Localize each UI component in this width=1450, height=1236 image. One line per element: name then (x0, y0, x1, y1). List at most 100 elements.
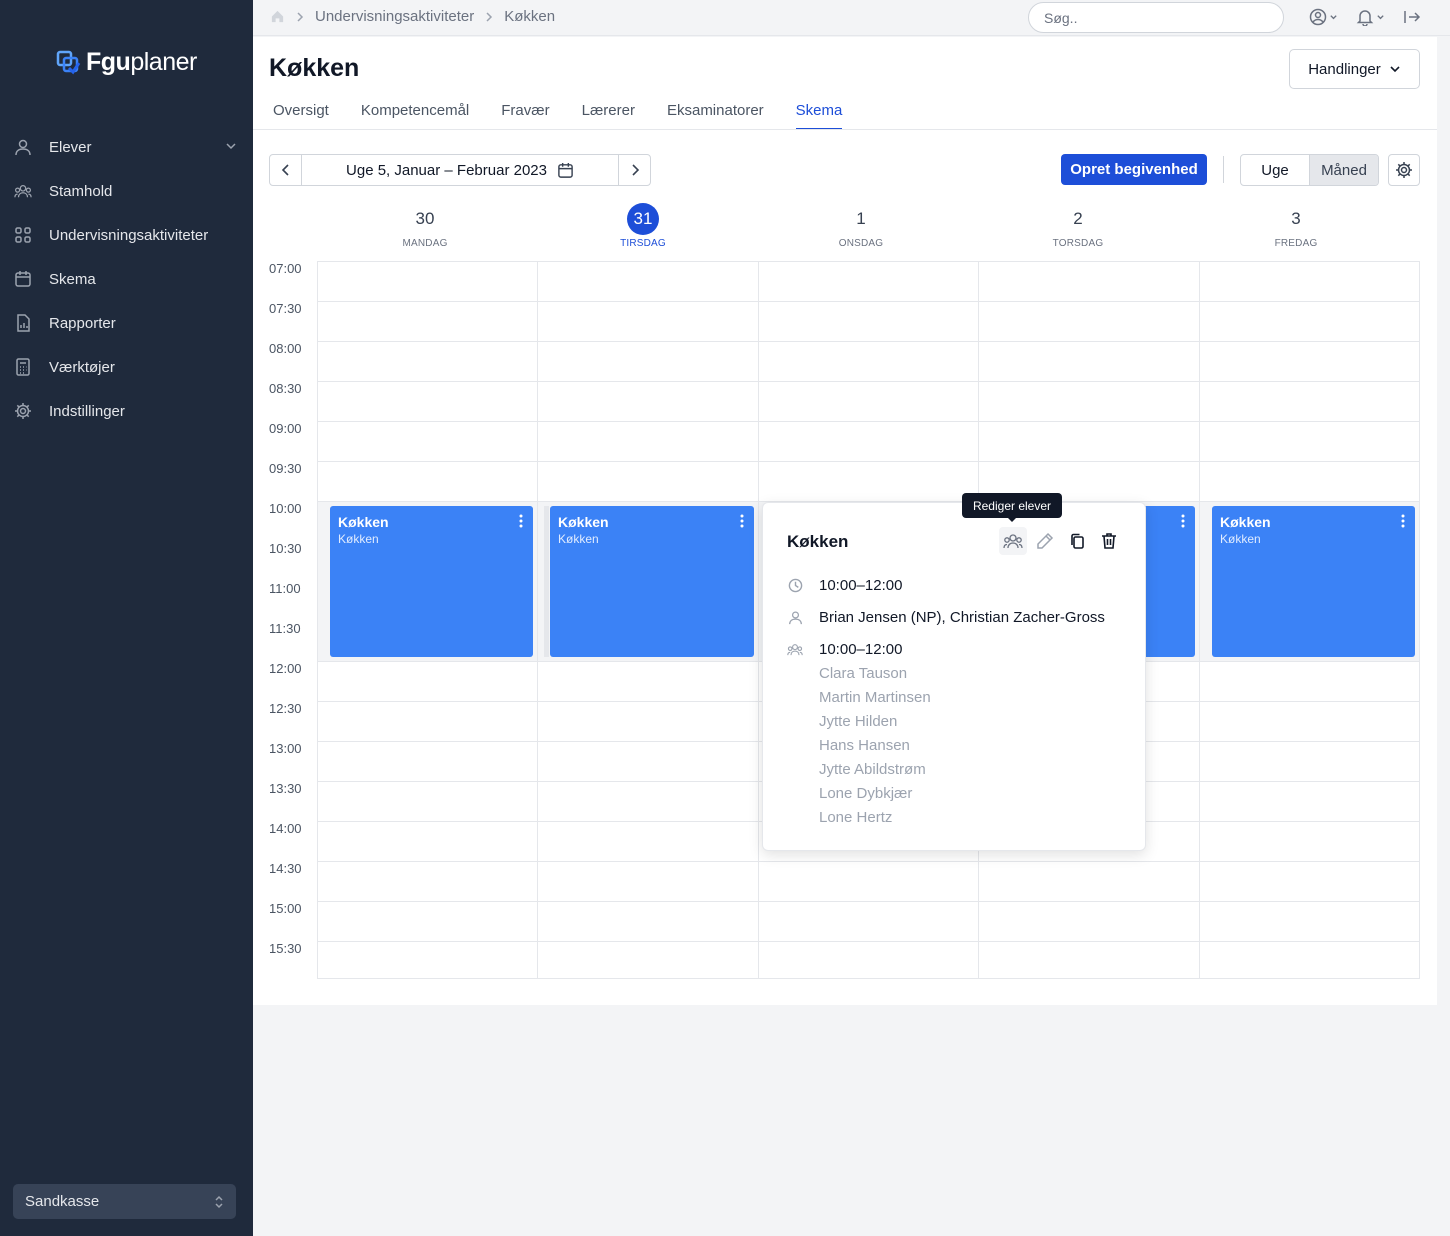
student-name: Lone Dybkjær (819, 785, 913, 802)
time-label: 09:00 (269, 421, 302, 436)
sidebar-item-elever[interactable]: Elever (0, 125, 253, 169)
sidebar-item-label: Rapporter (49, 314, 116, 332)
event-card[interactable]: Køkken Køkken (550, 506, 754, 657)
more-vertical-icon[interactable] (1401, 514, 1405, 528)
day-number: 3 (1291, 209, 1301, 228)
sidebar-item-undervisningsaktiviteter[interactable]: Undervisningsaktiviteter (0, 213, 253, 257)
student-name: Hans Hansen (819, 737, 910, 754)
workspace-select[interactable]: Sandkasse (13, 1184, 236, 1219)
users-icon (1003, 534, 1023, 549)
user-circle-icon (1309, 8, 1327, 26)
sidebar-item-label: Undervisningsaktiviteter (49, 226, 209, 244)
user-icon (787, 609, 803, 625)
event-card[interactable]: Køkken Køkken (1212, 506, 1415, 657)
student-list: Clara Tauson Martin Martinsen Jytte Hild… (819, 665, 931, 833)
home-icon[interactable] (270, 9, 285, 24)
time-label: 11:30 (269, 621, 301, 636)
more-vertical-icon[interactable] (740, 514, 744, 528)
more-vertical-icon[interactable] (1181, 514, 1185, 528)
sidebar-item-skema[interactable]: Skema (0, 257, 253, 301)
popover-time: 10:00–12:00 (819, 577, 903, 594)
time-label: 12:00 (269, 661, 302, 676)
time-label: 07:30 (269, 301, 302, 316)
time-label: 10:30 (269, 541, 302, 556)
event-edge (544, 506, 549, 657)
day-header: 1 ONSDAG (751, 207, 971, 249)
delete-event-button[interactable] (1095, 527, 1123, 555)
profile-menu-button[interactable] (1309, 8, 1338, 26)
breadcrumb-item[interactable]: Undervisningsaktiviteter (315, 8, 474, 25)
calculator-icon (14, 358, 32, 376)
next-week-button[interactable] (618, 155, 650, 185)
view-month-button[interactable]: Måned (1309, 155, 1378, 185)
popover-title: Køkken (787, 532, 849, 551)
tab-laerere[interactable]: Lærerer (582, 102, 635, 130)
student-name: Jytte Hilden (819, 713, 898, 730)
grid-line (537, 262, 538, 978)
sidebar-item-label: Stamhold (49, 182, 113, 200)
chevron-right-icon (486, 11, 493, 22)
day-header: 30 MANDAG (315, 207, 535, 249)
notifications-button[interactable] (1356, 8, 1385, 26)
event-title: Køkken (338, 514, 389, 530)
day-number: 2 (1073, 209, 1083, 228)
event-card[interactable]: Køkken Køkken (330, 506, 533, 657)
more-vertical-icon[interactable] (519, 514, 523, 528)
edit-students-button[interactable] (999, 527, 1027, 555)
grid-line (758, 262, 759, 978)
previous-week-button[interactable] (270, 155, 302, 185)
day-header: 2 TORSDAG (968, 207, 1188, 249)
create-event-button[interactable]: Opret begivenhed (1061, 154, 1207, 185)
day-number: 1 (856, 209, 866, 228)
pencil-icon (1037, 532, 1054, 549)
date-range-picker[interactable]: Uge 5, Januar – Februar 2023 (302, 155, 618, 185)
clock-icon (787, 577, 803, 593)
tab-eksaminatorer[interactable]: Eksaminatorer (667, 102, 764, 130)
event-subtitle: Køkken (1220, 532, 1261, 546)
day-header: 31 TIRSDAG (533, 203, 753, 249)
chevron-right-icon (631, 164, 639, 176)
actions-dropdown-button[interactable]: Handlinger (1289, 49, 1420, 89)
logout-button[interactable] (1403, 8, 1421, 26)
time-label: 08:00 (269, 341, 302, 356)
sidebar-item-label: Elever (49, 138, 92, 156)
sidebar-item-stamhold[interactable]: Stamhold (0, 169, 253, 213)
breadcrumb-item[interactable]: Køkken (504, 8, 555, 25)
student-name: Martin Martinsen (819, 689, 931, 706)
calendar-icon (14, 270, 32, 288)
student-name: Clara Tauson (819, 665, 908, 682)
time-label: 14:30 (269, 861, 302, 876)
bell-icon (1356, 10, 1374, 26)
sidebar-item-vaerktoejer[interactable]: Værktøjer (0, 345, 253, 389)
edit-event-button[interactable] (1031, 527, 1059, 555)
logo-icon (56, 50, 81, 74)
search-input[interactable] (1028, 2, 1284, 33)
tab-skema[interactable]: Skema (795, 102, 843, 130)
copy-event-button[interactable] (1063, 527, 1091, 555)
chevron-down-icon (1390, 66, 1400, 73)
sidebar-item-label: Skema (49, 270, 96, 288)
tab-oversigt[interactable]: Oversigt (273, 102, 329, 130)
logo[interactable]: Fguplaner (56, 48, 197, 77)
chevron-down-icon (226, 143, 236, 150)
event-subtitle: Køkken (558, 532, 599, 546)
calendar-settings-button[interactable] (1388, 154, 1420, 186)
topbar-icons (1309, 8, 1421, 26)
popover-actions (999, 527, 1123, 555)
grid-line (318, 901, 1419, 902)
sidebar-item-label: Værktøjer (49, 358, 115, 376)
popover-group-row: 10:00–12:00 (787, 641, 902, 658)
tab-kompetencemaal[interactable]: Kompetencemål (361, 102, 469, 130)
sidebar-item-rapporter[interactable]: Rapporter (0, 301, 253, 345)
event-popover: Køkken 10:00–12:00 Brian Jensen (NP), Ch… (762, 502, 1146, 851)
sidebar-item-indstillinger[interactable]: Indstillinger (0, 389, 253, 433)
day-number-today: 31 (627, 203, 659, 235)
tab-fravaer[interactable]: Fravær (501, 102, 549, 130)
grid-line (318, 301, 1419, 302)
view-week-button[interactable]: Uge (1241, 155, 1309, 185)
event-card[interactable] (1138, 506, 1195, 657)
users-icon (787, 641, 803, 657)
topbar: Undervisningsaktiviteter Køkken (253, 0, 1450, 36)
users-icon (14, 182, 32, 200)
popover-teachers-row: Brian Jensen (NP), Christian Zacher-Gros… (787, 609, 1105, 626)
